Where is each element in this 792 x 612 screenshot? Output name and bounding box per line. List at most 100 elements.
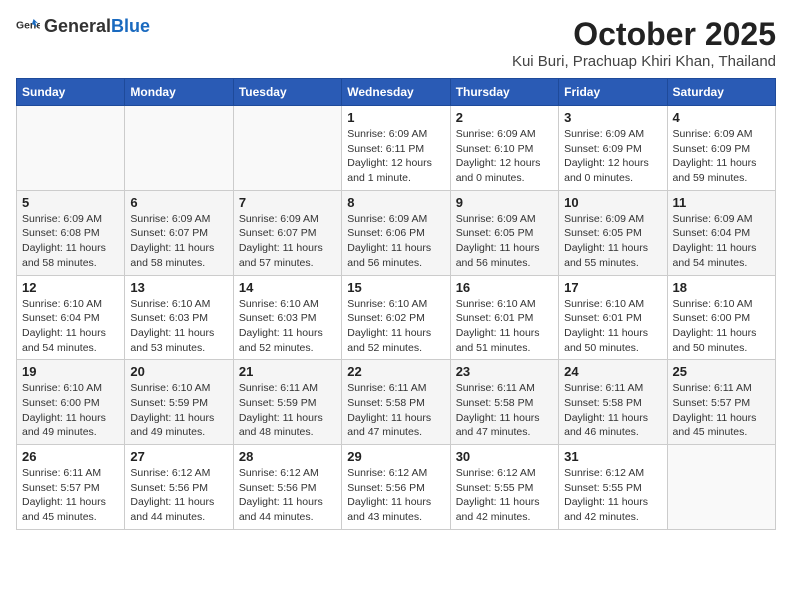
cal-cell: 4 Sunrise: 6:09 AM Sunset: 6:09 PM Daylight… <box>667 106 775 191</box>
daylight-text: Daylight: 11 hours and 52 minutes. <box>239 327 323 354</box>
cell-detail: Sunrise: 6:12 AM Sunset: 5:56 PM Daylight:… <box>347 466 444 525</box>
sunset-text: Sunset: 5:56 PM <box>239 482 317 494</box>
cell-detail: Sunrise: 6:11 AMSunset: 5:58 PMDaylight:… <box>456 381 553 440</box>
cal-cell <box>667 445 775 530</box>
cal-cell: 9 Sunrise: 6:09 AMSunset: 6:05 PMDaylight… <box>450 190 558 275</box>
sunrise-text: Sunrise: 6:10 AM <box>239 298 319 310</box>
cal-cell: 12Sunrise: 6:10 AMSunset: 6:04 PMDayligh… <box>17 275 125 360</box>
sunrise-text: Sunrise: 6:10 AM <box>130 298 210 310</box>
date-number: 4 <box>673 110 770 125</box>
sunrise-text: Sunrise: 6:12 AM <box>456 467 536 479</box>
daylight-text: Daylight: 11 hours and 47 minutes. <box>456 412 540 439</box>
sunset-text: Sunset: 5:56 PM <box>130 482 208 494</box>
date-number: 21 <box>239 364 336 379</box>
sunrise-text: Sunrise: 6:09 AM <box>673 128 753 140</box>
daylight-text: Daylight: 11 hours and 56 minutes. <box>456 242 540 269</box>
cell-detail: Sunrise: 6:09 AM Sunset: 6:10 PM Daylight:… <box>456 127 553 186</box>
cell-detail: Sunrise: 6:12 AMSunset: 5:56 PMDaylight:… <box>130 466 227 525</box>
sunset-text: Sunset: 6:04 PM <box>22 312 100 324</box>
sunset-text: Sunset: 5:55 PM <box>456 482 534 494</box>
sunset-text: Sunset: 6:07 PM <box>130 227 208 239</box>
sunrise-text: Sunrise: 6:09 AM <box>456 128 536 140</box>
date-number: 12 <box>22 280 119 295</box>
sunset-text: Sunset: 6:10 PM <box>456 143 534 155</box>
cell-detail: Sunrise: 6:09 AMSunset: 6:06 PMDaylight:… <box>347 212 444 271</box>
cell-detail: Sunrise: 6:12 AMSunset: 5:55 PMDaylight:… <box>564 466 661 525</box>
sunrise-text: Sunrise: 6:09 AM <box>673 213 753 225</box>
cal-cell: 22Sunrise: 6:11 AMSunset: 5:58 PMDayligh… <box>342 360 450 445</box>
week-row-2: 5Sunrise: 6:09 AMSunset: 6:08 PMDaylight… <box>17 190 776 275</box>
header-tuesday: Tuesday <box>233 79 341 106</box>
cal-cell: 1Sunrise: 6:09 AMSunset: 6:11 PMDaylight… <box>342 106 450 191</box>
sunrise-text: Sunrise: 6:09 AM <box>347 213 427 225</box>
cell-detail: Sunrise: 6:10 AMSunset: 6:00 PMDaylight:… <box>673 297 770 356</box>
sunset-text: Sunset: 5:57 PM <box>22 482 100 494</box>
daylight-text: Daylight: 11 hours and 43 minutes. <box>347 496 431 523</box>
date-number: 3 <box>564 110 661 125</box>
cell-detail: Sunrise: 6:09 AMSunset: 6:11 PMDaylight:… <box>347 127 444 186</box>
sunrise-text: Sunrise: 6:11 AM <box>673 382 752 394</box>
week-row-5: 26Sunrise: 6:11 AMSunset: 5:57 PMDayligh… <box>17 445 776 530</box>
date-number: 7 <box>239 195 336 210</box>
cal-cell: 27Sunrise: 6:12 AMSunset: 5:56 PMDayligh… <box>125 445 233 530</box>
sunrise-text: Sunrise: 6:09 AM <box>22 213 102 225</box>
sunset-text: Sunset: 6:08 PM <box>22 227 100 239</box>
sunset-text: Sunset: 5:58 PM <box>564 397 642 409</box>
cell-detail: Sunrise: 6:09 AMSunset: 6:04 PMDaylight:… <box>673 212 770 271</box>
date-number: 17 <box>564 280 661 295</box>
sunrise-text: Sunrise: 6:12 AM <box>347 467 427 479</box>
daylight-text: Daylight: 11 hours and 52 minutes. <box>347 327 431 354</box>
sunset-text: Sunset: 5:59 PM <box>239 397 317 409</box>
date-number: 8 <box>347 195 444 210</box>
cell-detail: Sunrise: 6:09 AMSunset: 6:05 PMDaylight:… <box>564 212 661 271</box>
date-number: 14 <box>239 280 336 295</box>
date-number: 16 <box>456 280 553 295</box>
sunset-text: Sunset: 6:01 PM <box>564 312 642 324</box>
header-thursday: Thursday <box>450 79 558 106</box>
daylight-text: Daylight: 11 hours and 42 minutes. <box>564 496 648 523</box>
daylight-text: Daylight: 11 hours and 49 minutes. <box>130 412 214 439</box>
cell-detail: Sunrise: 6:10 AMSunset: 6:03 PMDaylight:… <box>130 297 227 356</box>
sunset-text: Sunset: 6:00 PM <box>673 312 751 324</box>
date-number: 23 <box>456 364 553 379</box>
sunrise-text: Sunrise: 6:09 AM <box>564 128 644 140</box>
cell-detail: Sunrise: 6:10 AMSunset: 5:59 PMDaylight:… <box>130 381 227 440</box>
daylight-text: Daylight: 11 hours and 59 minutes. <box>673 157 757 184</box>
date-number: 9 <box>456 195 553 210</box>
cal-cell: 30Sunrise: 6:12 AMSunset: 5:55 PMDayligh… <box>450 445 558 530</box>
page-subtitle: Kui Buri, Prachuap Khiri Khan, Thailand <box>512 53 776 70</box>
sunset-text: Sunset: 5:57 PM <box>673 397 751 409</box>
sunrise-text: Sunrise: 6:11 AM <box>347 382 426 394</box>
date-number: 11 <box>673 195 770 210</box>
daylight-text: Daylight: 12 hours and 0 minutes. <box>456 157 541 184</box>
sunrise-text: Sunrise: 6:10 AM <box>130 382 210 394</box>
cal-cell: 16Sunrise: 6:10 AMSunset: 6:01 PMDayligh… <box>450 275 558 360</box>
cell-detail: Sunrise: 6:11 AMSunset: 5:59 PMDaylight:… <box>239 381 336 440</box>
sunset-text: Sunset: 6:02 PM <box>347 312 425 324</box>
sunrise-text: Sunrise: 6:10 AM <box>456 298 536 310</box>
sunrise-text: Sunrise: 6:09 AM <box>130 213 210 225</box>
sunset-text: Sunset: 6:03 PM <box>239 312 317 324</box>
cal-cell: 24Sunrise: 6:11 AMSunset: 5:58 PMDayligh… <box>559 360 667 445</box>
cal-cell: 23 Sunrise: 6:11 AMSunset: 5:58 PMDayligh… <box>450 360 558 445</box>
date-number: 29 <box>347 449 444 464</box>
sunset-text: Sunset: 5:56 PM <box>347 482 425 494</box>
cell-detail: Sunrise: 6:09 AMSunset: 6:07 PMDaylight:… <box>130 212 227 271</box>
sunset-text: Sunset: 5:58 PM <box>456 397 534 409</box>
header-saturday: Saturday <box>667 79 775 106</box>
cal-cell: 3Sunrise: 6:09 AMSunset: 6:09 PMDaylight… <box>559 106 667 191</box>
date-number: 18 <box>673 280 770 295</box>
date-number: 25 <box>673 364 770 379</box>
cal-cell <box>17 106 125 191</box>
date-number: 20 <box>130 364 227 379</box>
cell-detail: Sunrise: 6:09 AMSunset: 6:05 PMDaylight:… <box>456 212 553 271</box>
cal-cell: 13Sunrise: 6:10 AMSunset: 6:03 PMDayligh… <box>125 275 233 360</box>
sunrise-text: Sunrise: 6:10 AM <box>347 298 427 310</box>
sunset-text: Sunset: 6:09 PM <box>673 143 751 155</box>
cal-cell: 28Sunrise: 6:12 AMSunset: 5:56 PMDayligh… <box>233 445 341 530</box>
sunset-text: Sunset: 6:03 PM <box>130 312 208 324</box>
header-monday: Monday <box>125 79 233 106</box>
logo-blue: Blue <box>111 16 150 36</box>
cell-detail: Sunrise: 6:09 AM Sunset: 6:09 PM Daylight:… <box>673 127 770 186</box>
sunset-text: Sunset: 6:00 PM <box>22 397 100 409</box>
